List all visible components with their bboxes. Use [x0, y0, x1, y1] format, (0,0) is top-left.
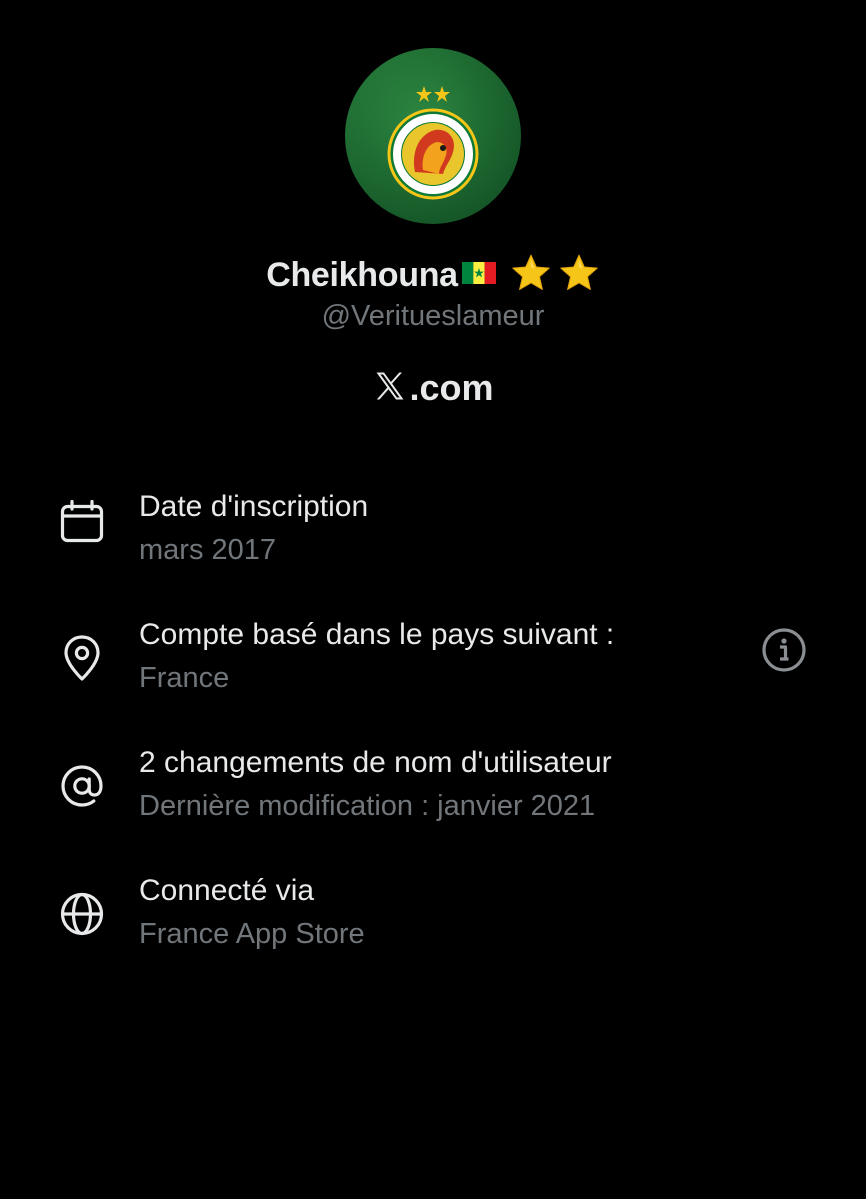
star-icon: [558, 252, 600, 299]
join-date-value: mars 2017: [139, 534, 277, 566]
connected-via-row: Connecté via France App Store: [0, 874, 866, 974]
location-pin-icon: [58, 634, 106, 682]
display-name-row: Cheikhouna: [0, 250, 866, 300]
username-changes-value: Dernière modification : janvier 2021: [139, 790, 596, 822]
senegal-football-federation-logo: [345, 48, 521, 224]
info-icon[interactable]: [760, 626, 808, 674]
connected-via-label: Connecté via: [139, 874, 315, 907]
username-handle: @Veritueslameur: [321, 300, 545, 332]
display-name: Cheikhouna: [266, 255, 458, 294]
star-icon: [510, 252, 552, 299]
profile-avatar[interactable]: [345, 48, 521, 224]
account-country-row: Compte basé dans le pays suivant : Franc…: [0, 618, 866, 718]
brand-label: .com: [0, 366, 866, 410]
globe-icon: [58, 890, 106, 938]
x-logo-icon: [372, 368, 408, 409]
senegal-flag-icon: [461, 261, 496, 289]
username-changes-label: 2 changements de nom d'utilisateur: [139, 746, 612, 779]
username-changes-row: 2 changements de nom d'utilisateur Derni…: [0, 746, 866, 846]
brand-domain-suffix: .com: [409, 367, 494, 408]
at-sign-icon: [58, 762, 106, 810]
join-date-row: Date d'inscription mars 2017: [0, 490, 866, 590]
join-date-label: Date d'inscription: [139, 490, 369, 523]
account-country-label: Compte basé dans le pays suivant :: [139, 618, 615, 651]
connected-via-value: France App Store: [139, 918, 365, 950]
calendar-icon: [58, 498, 106, 546]
account-country-value: France: [139, 662, 230, 694]
